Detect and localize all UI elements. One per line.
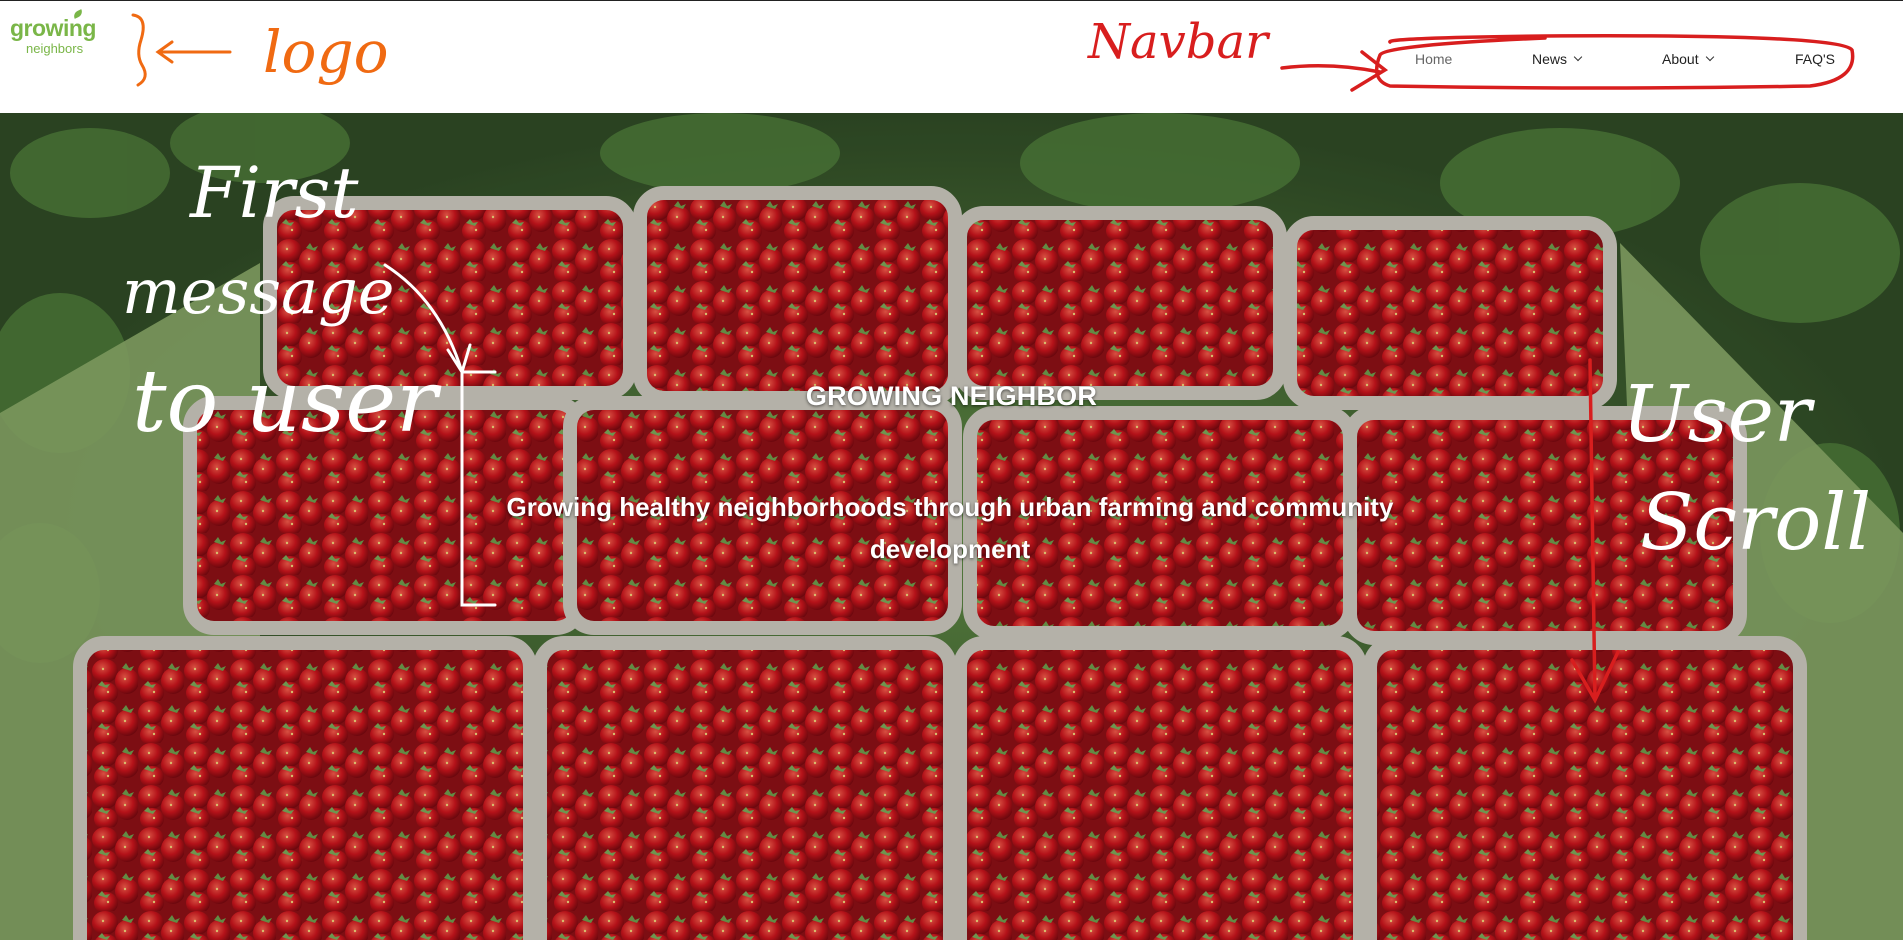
annotation-scroll-line1: User <box>1622 370 1812 460</box>
hero-section[interactable]: GROWING NEIGHBOR Growing healthy neighbo… <box>0 113 1903 940</box>
annotation-first-line3: to user <box>132 352 438 452</box>
nav-faqs-label: FAQ'S <box>1795 51 1836 67</box>
nav-home-label: Home <box>1415 51 1453 67</box>
logo-text-growing: growing <box>10 15 96 41</box>
nav-item-faqs[interactable]: FAQ'S <box>1795 51 1835 67</box>
logo-text-neighbors: neighbors <box>26 41 84 56</box>
nav-item-about[interactable]: About <box>1662 51 1714 67</box>
nav-about-label: About <box>1662 51 1699 67</box>
navbar: Home News About FAQ'S <box>1385 37 1845 81</box>
annotation-logo: logo <box>263 18 389 86</box>
chevron-down-icon <box>1705 52 1714 62</box>
growing-neighbors-logo[interactable]: growing neighbors <box>10 9 105 59</box>
nav-item-home[interactable]: Home <box>1415 51 1452 67</box>
nav-news-label: News <box>1532 51 1568 67</box>
annotation-scroll-line2: Scroll <box>1640 478 1872 568</box>
annotation-first-line2: message <box>122 255 395 328</box>
chevron-down-icon <box>1573 52 1583 62</box>
annotation-navbar: Navbar <box>1088 14 1269 70</box>
annotation-first-line1: First <box>190 152 359 234</box>
hero-subtitle: Growing healthy neighborhoods through ur… <box>506 492 1394 564</box>
nav-item-news[interactable]: News <box>1532 51 1583 67</box>
